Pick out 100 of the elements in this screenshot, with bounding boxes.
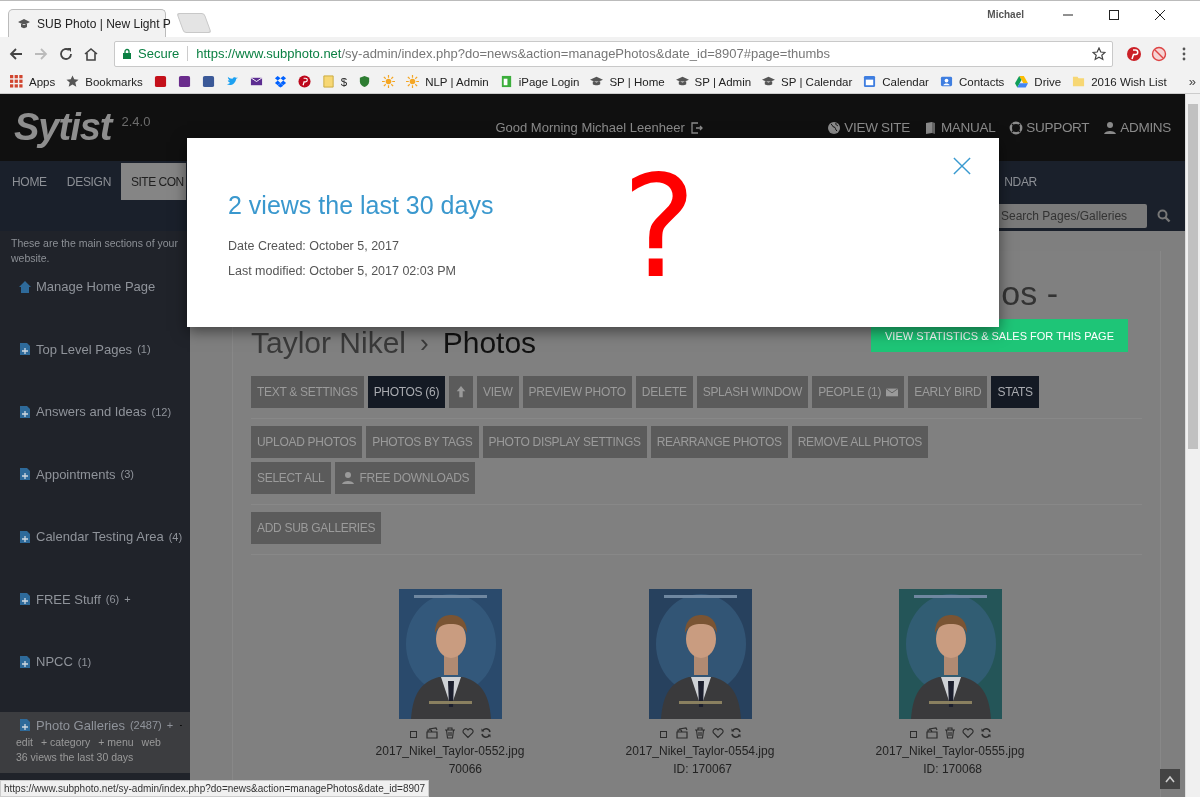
bookmark[interactable]: SP | Admin [675,75,752,88]
bookmark[interactable]: SP | Calendar [762,75,853,88]
square-tile-icon[interactable] [177,75,191,88]
folder-icon[interactable] [926,727,938,739]
breadcrumb-link[interactable]: Taylor Nikel [251,326,407,360]
header-link[interactable]: MANUAL [923,120,996,135]
sidebar-item[interactable]: NPCC [36,654,73,669]
logout-icon[interactable] [690,121,703,134]
page-tab[interactable]: PHOTOS (6) [367,376,446,408]
add-link[interactable]: + [124,593,131,605]
shield-icon[interactable] [358,75,372,88]
page-tab[interactable]: STATS [991,376,1039,408]
upload-tab[interactable] [449,376,474,408]
folder-icon[interactable] [676,727,688,739]
photo-id: 70066 [447,762,482,776]
maximize-icon[interactable] [1108,9,1120,21]
last-modified: Last modified: October 5, 2017 02:03 PM [228,263,457,280]
item-count: (6) [105,593,120,605]
profile-name[interactable]: Michael [987,9,1024,20]
sidebar-item[interactable]: Photo Galleries [36,717,125,733]
graduation-cap-icon [17,16,31,31]
nav-tab[interactable]: DESIGN [56,163,122,200]
page-plus-icon [18,342,32,356]
home-icon[interactable] [83,45,99,62]
question-mark: ? [622,158,697,298]
sidebar-link[interactable]: + category [40,735,91,748]
sidebar-item[interactable]: Top Level Pages [36,341,133,357]
add-link[interactable]: + [166,719,174,731]
greeting-text: Good Morning Michael Leenheer [495,120,685,135]
bookmark[interactable]: Drive [1015,75,1062,88]
heart-icon[interactable] [962,727,974,739]
sidebar-item[interactable]: FREE Stuff [36,591,101,607]
globe-icon [827,120,842,135]
bird-icon[interactable] [225,75,239,88]
bookmark[interactable]: $ [321,75,348,88]
sidebar-item[interactable]: Calendar Testing Area [36,529,164,544]
page-plus-icon [18,718,32,732]
bookmark[interactable]: SP | Home [590,75,665,88]
sidebar-link[interactable]: web [141,735,161,748]
refresh-icon[interactable] [980,727,992,739]
reload-icon[interactable] [58,45,74,62]
refresh-icon[interactable] [480,727,492,739]
file-name: 2017_Nikel_Taylor-0555.jpg [875,744,1025,758]
version-label: 2.4.0 [121,114,151,129]
file-name: 2017_Nikel_Taylor-0552.jpg [375,744,525,758]
blocked-circle-icon[interactable] [1151,45,1167,62]
more-bookmarks-button[interactable]: » [1188,74,1196,89]
page-plus-icon [18,404,32,419]
back-arrow-icon[interactable] [8,45,24,62]
search-icon[interactable] [1157,209,1171,223]
trash-icon[interactable] [944,727,956,739]
bookmark[interactable]: iPage Login [499,75,580,88]
address-bar[interactable]: Secure https://www.subphoto.net/sy-admin/index.php?do=news&action=managePhotos&date_id=8907#page=thumbs [114,40,1113,67]
scroll-top-button[interactable] [1160,769,1180,789]
item-count: (2487) [129,719,162,731]
envelope-icon [886,386,899,398]
bookmark[interactable]: NLP | Admin [406,75,489,88]
item-count: (1) [77,655,92,668]
pin-icon[interactable] [1126,45,1142,62]
sidebar-link[interactable]: + menu [98,735,134,748]
sidebar-item[interactable]: Manage Home Page [36,279,156,294]
status-url: https://www.subphoto.net/sy-admin/index.php?do=news&action=managePhotos&date_id=8907 [0,780,430,797]
page-plus-icon [18,529,32,544]
sidebar-item[interactable]: Answers and Ideas [36,404,147,419]
contact-card-icon [939,75,953,88]
star-icon[interactable] [1092,46,1106,61]
photo-id: ID: 170068 [922,762,982,776]
heart-icon[interactable] [462,727,474,739]
sidebar-link[interactable]: edit [16,735,33,748]
logo[interactable]: Sytist [14,106,112,149]
sidebar-item[interactable]: Appointments [36,466,116,482]
lifebuoy-icon [1009,120,1024,135]
bookmark[interactable]: Bookmarks [66,75,143,88]
bookmark[interactable]: Calendar [863,75,929,88]
box-icon[interactable] [273,75,287,88]
bookmark[interactable]: Contacts [939,75,1005,88]
bookmark[interactable]: 2016 Wish List [1072,75,1167,88]
header-link[interactable]: VIEW SITE [827,120,910,135]
folder-icon[interactable] [426,727,438,739]
url-text: https://www.subphoto.net/sy-admin/index.php?do=news&action=managePhotos&date_id=8907#page=thumbs [196,46,831,61]
pin-icon[interactable] [297,75,311,88]
triangle-icon [1015,75,1029,88]
close-icon[interactable] [1154,9,1166,21]
nav-tab[interactable]: SITE CON [121,163,186,200]
note-icon [321,75,335,88]
heart-icon[interactable] [712,727,724,739]
square-tile-icon[interactable] [153,75,167,88]
nav-tab[interactable]: HOME [2,163,57,200]
envelope-icon[interactable] [249,75,263,88]
trash-icon[interactable] [694,727,706,739]
page-plus-icon [18,654,32,669]
bookmark[interactable]: Apps [10,75,56,88]
refresh-icon[interactable] [730,727,742,739]
trash-icon[interactable] [444,727,456,739]
page-title: Photos [442,326,537,360]
square-tile-icon[interactable] [201,75,215,88]
header-link[interactable]: ADMINS [1103,120,1171,135]
photo-id: ID: 170067 [672,762,732,776]
scrollbar[interactable] [1185,94,1200,797]
header-link[interactable]: SUPPORT [1009,120,1090,135]
